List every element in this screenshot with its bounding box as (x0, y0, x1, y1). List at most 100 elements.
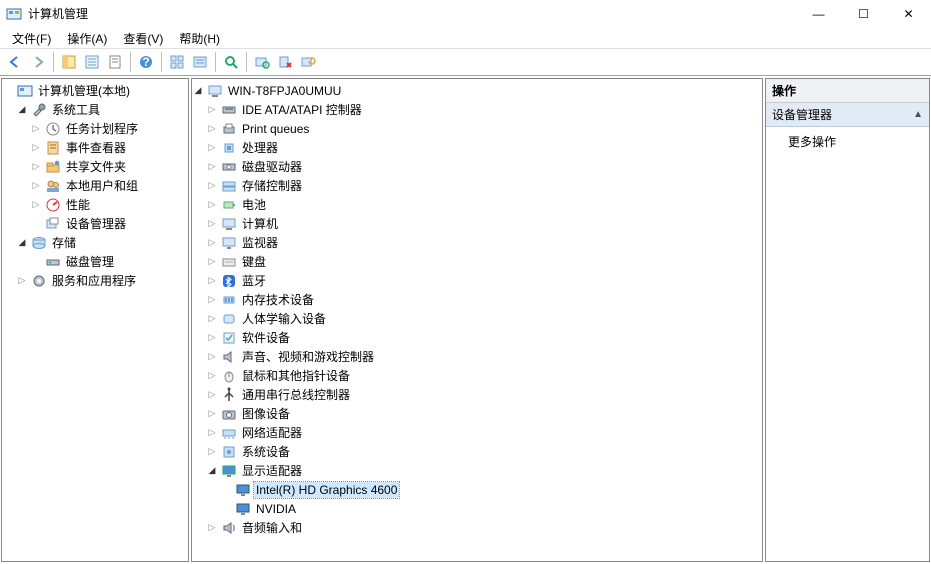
expander-closed-icon[interactable]: ▷ (206, 409, 218, 418)
display-icon (221, 463, 237, 479)
device-tree-item[interactable]: ▷监视器 (192, 233, 762, 252)
device-tree-item[interactable]: ▷Print queues (192, 119, 762, 138)
close-button[interactable]: ✕ (886, 0, 931, 28)
show-hide-tree-button[interactable] (58, 51, 80, 73)
expander-closed-icon[interactable]: ▷ (206, 181, 218, 190)
expander-closed-icon[interactable]: ▷ (206, 523, 218, 532)
console-tree-item[interactable]: ▷共享文件夹 (2, 157, 188, 176)
console-tree-item[interactable]: 计算机管理(本地) (2, 81, 188, 100)
actions-more[interactable]: 更多操作 (766, 127, 929, 156)
console-tree-item[interactable]: ◢系统工具 (2, 100, 188, 119)
expander-closed-icon[interactable]: ▷ (16, 276, 28, 285)
console-tree-label: 事件查看器 (64, 138, 128, 157)
menu-action[interactable]: 操作(A) (59, 28, 115, 49)
device-tree-item[interactable]: ▷蓝牙 (192, 271, 762, 290)
expander-open-icon[interactable]: ◢ (206, 466, 218, 475)
console-tree-label: 性能 (64, 195, 92, 214)
device-tree-item[interactable]: ▷ 电池 (192, 195, 762, 214)
device-tree-label: 键盘 (240, 252, 268, 271)
expander-closed-icon[interactable]: ▷ (206, 162, 218, 171)
cdrom-icon (221, 159, 237, 175)
expander-closed-icon[interactable]: ▷ (30, 162, 42, 171)
view-small-icons-button[interactable] (189, 51, 211, 73)
expander-closed-icon[interactable]: ▷ (206, 143, 218, 152)
device-tree-item[interactable]: ▷网络适配器 (192, 423, 762, 442)
console-tree-item[interactable]: ▷ 性能 (2, 195, 188, 214)
back-button[interactable] (4, 51, 26, 73)
device-tree-item[interactable]: ▷图像设备 (192, 404, 762, 423)
device-tree-item[interactable]: ▷音频输入和 (192, 518, 762, 537)
device-tree[interactable]: ◢ WIN-T8FPJA0UMUU▷IDE ATA/ATAPI 控制器▷Print… (192, 79, 762, 539)
device-tree-item[interactable]: NVIDIA (192, 499, 762, 518)
console-tree-item[interactable]: ▷服务和应用程序 (2, 271, 188, 290)
device-tree-item[interactable]: ▷人体学输入设备 (192, 309, 762, 328)
menu-help[interactable]: 帮助(H) (171, 28, 228, 49)
expander-closed-icon[interactable]: ▷ (206, 257, 218, 266)
expander-closed-icon[interactable]: ▷ (206, 314, 218, 323)
console-tree-item[interactable]: ▷本地用户和组 (2, 176, 188, 195)
audio-icon (221, 520, 237, 536)
console-tree-item[interactable]: 设备管理器 (2, 214, 188, 233)
expander-closed-icon[interactable]: ▷ (206, 219, 218, 228)
expander-closed-icon[interactable]: ▷ (206, 276, 218, 285)
device-tree-label: 声音、视频和游戏控制器 (240, 347, 376, 366)
device-tree-item[interactable]: ▷ 鼠标和其他指针设备 (192, 366, 762, 385)
expander-open-icon[interactable]: ◢ (16, 105, 28, 114)
hid-icon (221, 311, 237, 327)
expander-closed-icon[interactable]: ▷ (206, 447, 218, 456)
maximize-button[interactable]: ☐ (841, 0, 886, 28)
expander-closed-icon[interactable]: ▷ (206, 428, 218, 437)
expander-closed-icon[interactable]: ▷ (30, 124, 42, 133)
console-tree[interactable]: 计算机管理(本地)◢系统工具▷任务计划程序▷事件查看器▷共享文件夹▷本地用户和组… (2, 79, 188, 292)
help-button[interactable]: ? (135, 51, 157, 73)
device-tree-item[interactable]: ▷系统设备 (192, 442, 762, 461)
minimize-button[interactable]: — (796, 0, 841, 28)
menu-view[interactable]: 查看(V) (115, 28, 171, 49)
update-driver-button[interactable] (297, 51, 319, 73)
expander-closed-icon[interactable]: ▷ (206, 295, 218, 304)
expander-closed-icon[interactable]: ▷ (206, 371, 218, 380)
device-tree-item[interactable]: ▷软件设备 (192, 328, 762, 347)
device-tree-item[interactable]: ▷ 声音、视频和游戏控制器 (192, 347, 762, 366)
console-tree-item[interactable]: ▷ 事件查看器 (2, 138, 188, 157)
device-tree-item[interactable]: ◢显示适配器 (192, 461, 762, 480)
expander-closed-icon[interactable]: ▷ (30, 181, 42, 190)
expander-closed-icon[interactable]: ▷ (206, 124, 218, 133)
device-tree-item[interactable]: ▷内存技术设备 (192, 290, 762, 309)
scan-hardware-button[interactable] (251, 51, 273, 73)
device-tree-label: WIN-T8FPJA0UMUU (226, 83, 343, 99)
forward-button[interactable] (27, 51, 49, 73)
console-tree-item[interactable]: ◢存储 (2, 233, 188, 252)
view-large-icons-button[interactable] (166, 51, 188, 73)
gpu-icon (235, 482, 251, 498)
toolbar-separator (53, 52, 54, 72)
expander-closed-icon[interactable]: ▷ (206, 352, 218, 361)
device-tree-item[interactable]: ▷存储控制器 (192, 176, 762, 195)
properties-button[interactable] (81, 51, 103, 73)
menu-file[interactable]: 文件(F) (4, 28, 59, 49)
expander-closed-icon[interactable]: ▷ (206, 238, 218, 247)
uninstall-device-button[interactable] (274, 51, 296, 73)
device-tree-item[interactable]: ▷通用串行总线控制器 (192, 385, 762, 404)
expander-closed-icon[interactable]: ▷ (30, 200, 42, 209)
actions-sub-header[interactable]: 设备管理器 ▲ (766, 103, 929, 127)
device-tree-item[interactable]: ▷处理器 (192, 138, 762, 157)
expander-closed-icon[interactable]: ▷ (206, 200, 218, 209)
console-tree-item[interactable]: 磁盘管理 (2, 252, 188, 271)
expander-open-icon[interactable]: ◢ (192, 86, 204, 95)
device-tree-item[interactable]: ◢ WIN-T8FPJA0UMUU (192, 81, 762, 100)
device-tree-item[interactable]: Intel(R) HD Graphics 4600 (192, 480, 762, 499)
device-tree-item[interactable]: ▷IDE ATA/ATAPI 控制器 (192, 100, 762, 119)
expander-closed-icon[interactable]: ▷ (206, 390, 218, 399)
console-tree-item[interactable]: ▷任务计划程序 (2, 119, 188, 138)
find-button[interactable] (220, 51, 242, 73)
device-tree-item[interactable]: ▷计算机 (192, 214, 762, 233)
device-tree-item[interactable]: ▷ 键盘 (192, 252, 762, 271)
expander-open-icon[interactable]: ◢ (16, 238, 28, 247)
export-list-button[interactable] (104, 51, 126, 73)
expander-closed-icon[interactable]: ▷ (206, 333, 218, 342)
expander-closed-icon[interactable]: ▷ (206, 105, 218, 114)
device-tree-item[interactable]: ▷磁盘驱动器 (192, 157, 762, 176)
device-tree-label: 鼠标和其他指针设备 (240, 366, 352, 385)
expander-closed-icon[interactable]: ▷ (30, 143, 42, 152)
